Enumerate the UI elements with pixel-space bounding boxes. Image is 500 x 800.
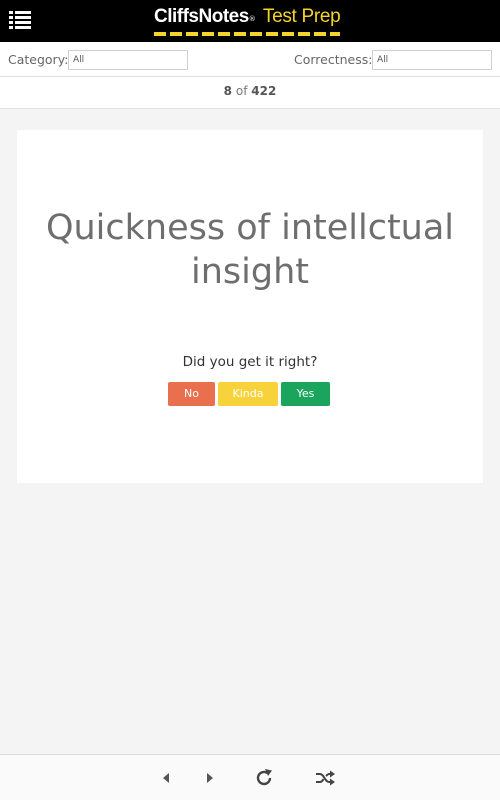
bottom-toolbar: [0, 754, 500, 800]
next-icon: [207, 773, 213, 783]
counter-separator: of: [235, 84, 248, 98]
next-button[interactable]: [199, 767, 221, 789]
logo-product: Test Prep: [262, 6, 341, 27]
shuffle-icon: [316, 770, 335, 786]
yes-button[interactable]: Yes: [281, 382, 330, 406]
category-select[interactable]: All: [68, 50, 188, 70]
previous-button[interactable]: [155, 767, 177, 789]
app-header: CliffsNotes® Test Prep: [0, 0, 500, 42]
kinda-button[interactable]: Kinda: [218, 382, 278, 406]
reload-icon: [256, 769, 272, 786]
card-counter: 8 of 422: [0, 77, 500, 109]
previous-icon: [163, 773, 169, 783]
correctness-select[interactable]: All: [372, 50, 492, 70]
self-assessment-prompt: Did you get it right?: [182, 354, 318, 370]
category-label: Category:: [8, 52, 69, 67]
logo-brand: CliffsNotes: [154, 6, 249, 27]
no-button[interactable]: No: [168, 382, 215, 406]
reload-button[interactable]: [253, 767, 275, 789]
filter-bar: Category: All Correctness: All: [0, 42, 500, 77]
menu-button[interactable]: [9, 10, 31, 30]
logo-hazard-stripe: [154, 32, 340, 36]
list-menu-icon: [9, 11, 31, 29]
self-assessment-buttons: No Kinda Yes: [168, 382, 338, 406]
shuffle-button[interactable]: [314, 767, 336, 789]
flashcard[interactable]: Quickness of intellctual insight Did you…: [17, 130, 483, 483]
logo: CliffsNotes® Test Prep: [154, 5, 344, 37]
correctness-label: Correctness:: [294, 52, 373, 67]
flashcard-term: Quickness of intellctual insight: [45, 208, 455, 292]
logo-registered-mark: ®: [248, 15, 256, 23]
counter-total: 422: [251, 84, 277, 98]
counter-current: 8: [223, 84, 233, 98]
